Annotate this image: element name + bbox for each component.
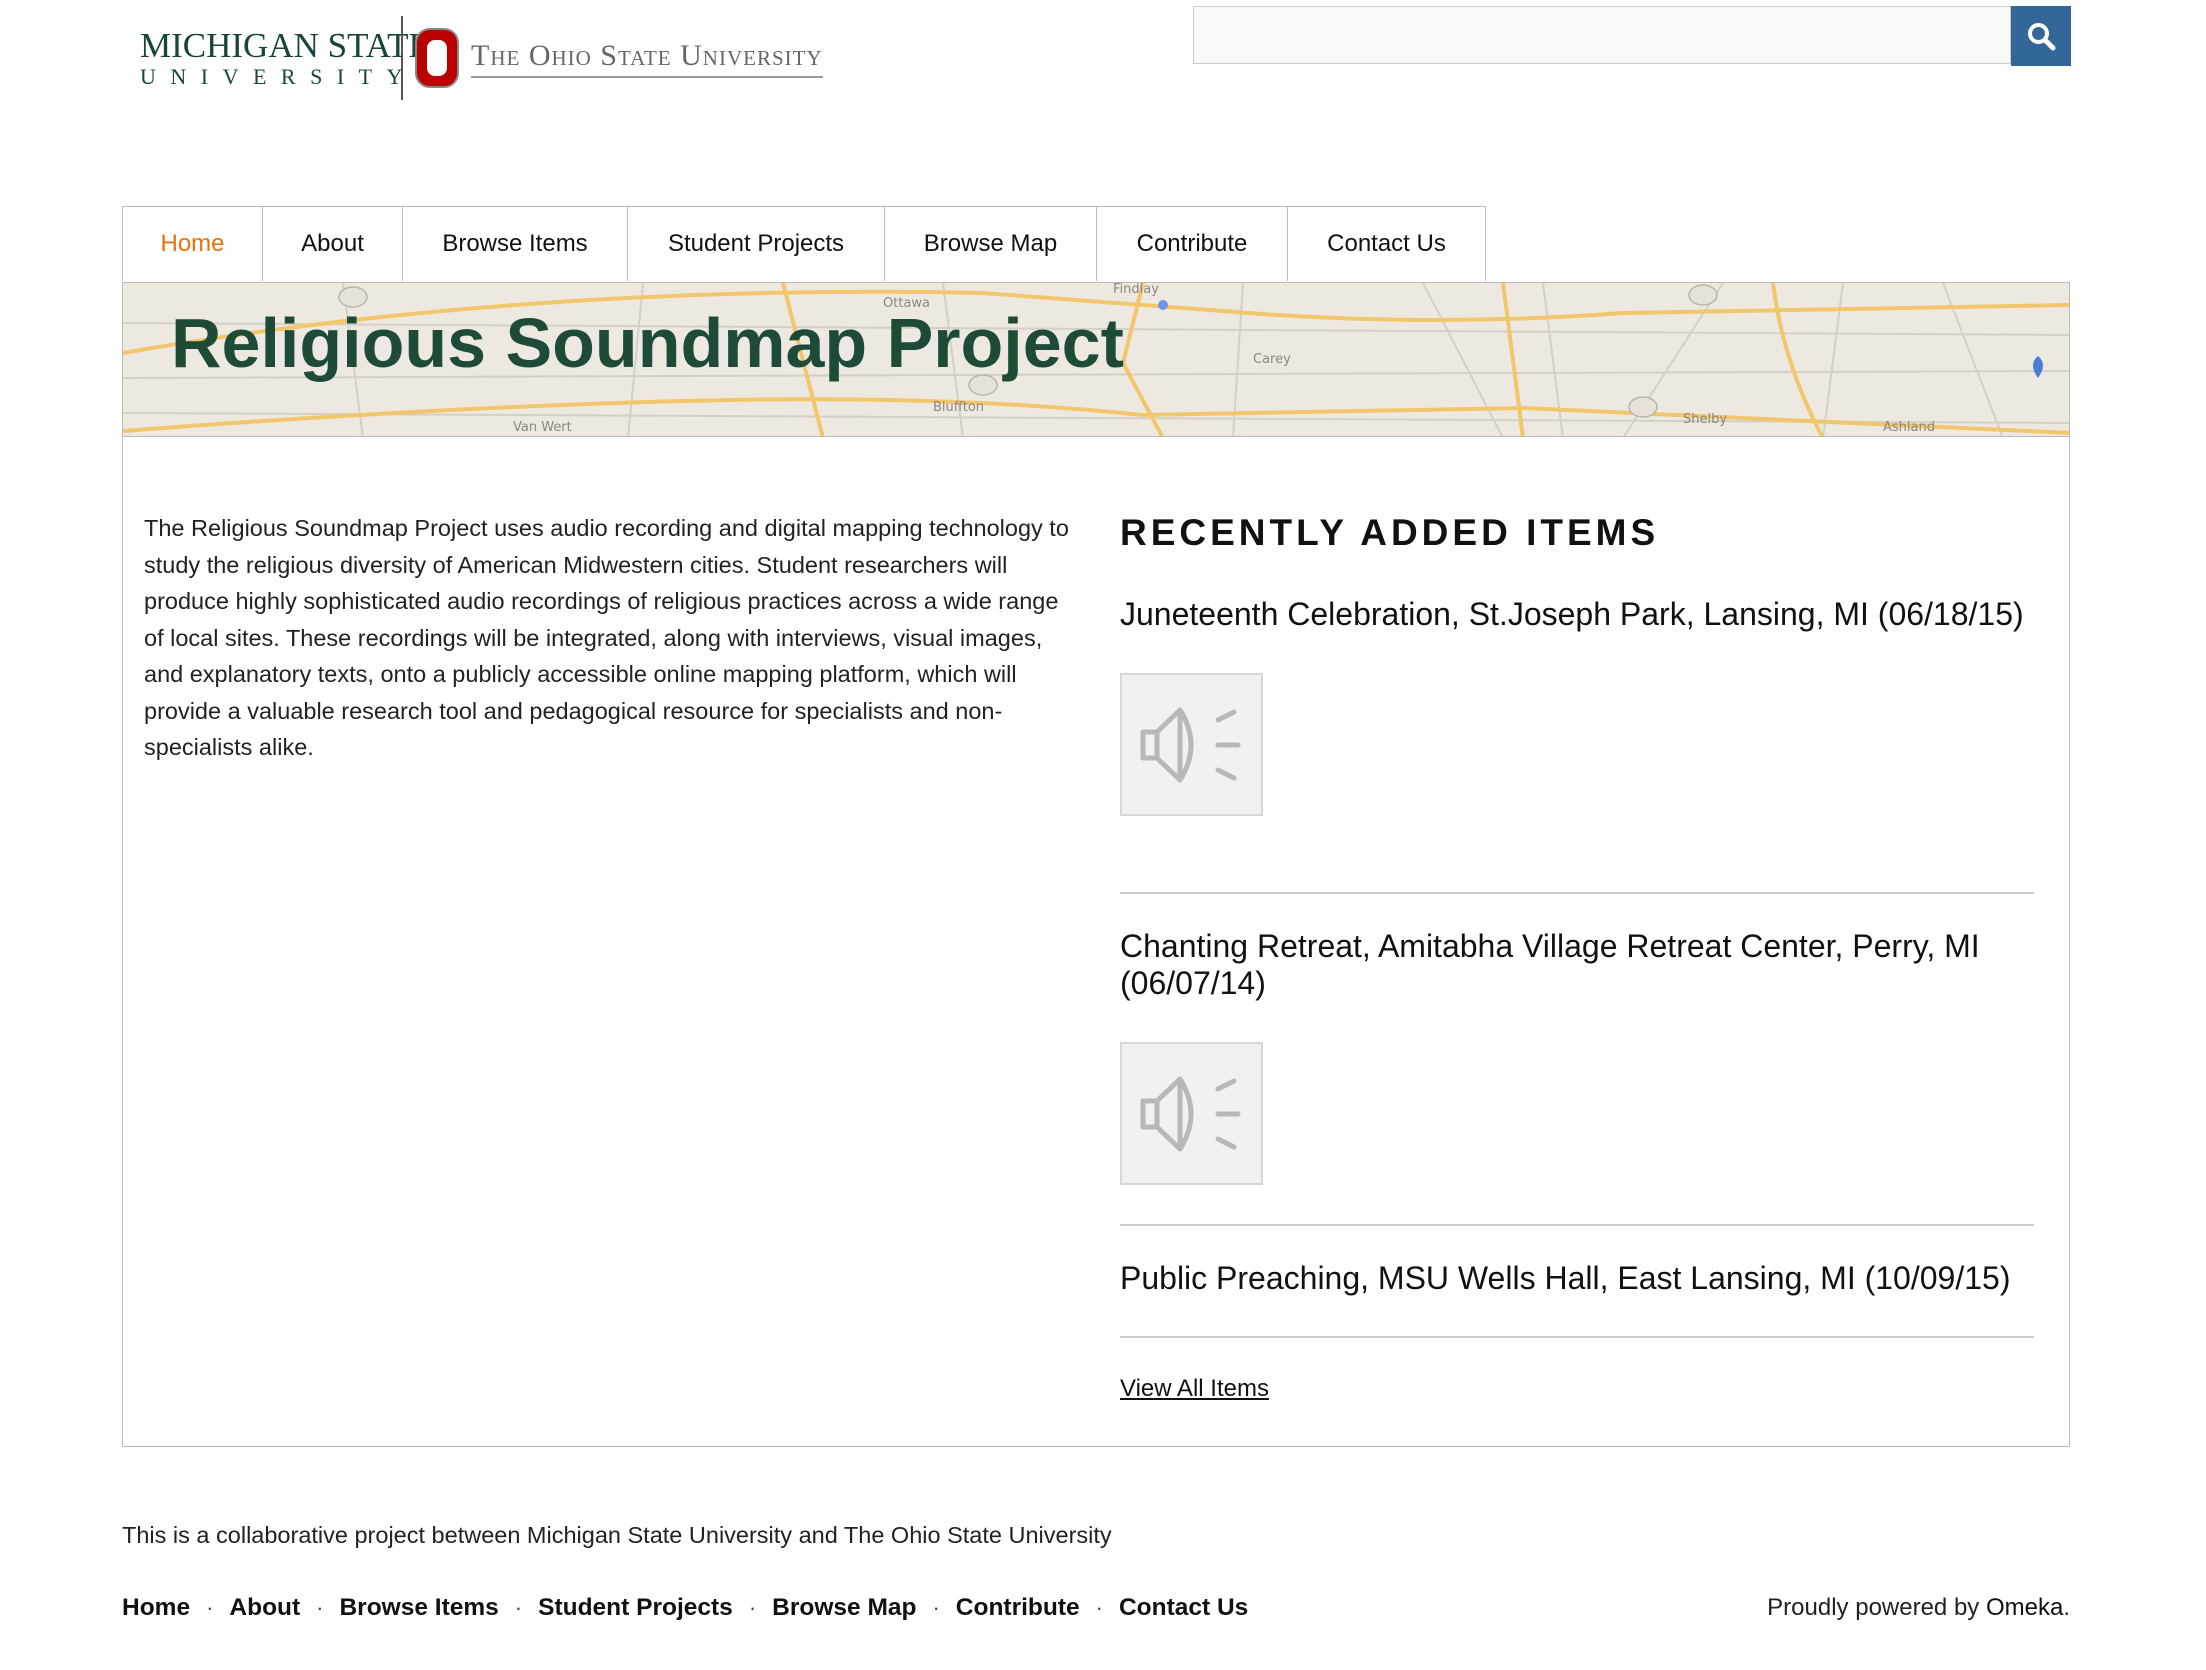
site-banner[interactable]: Ottawa Van Wert Bluffton Carey Shelby As… [122, 282, 2070, 437]
search-button[interactable] [2011, 6, 2071, 66]
footer-separator: · [206, 1595, 214, 1620]
footer-link-browse-items[interactable]: Browse Items [339, 1594, 498, 1622]
recent-item-title[interactable]: Public Preaching, MSU Wells Hall, East L… [1120, 1260, 2034, 1297]
view-all-items-link[interactable]: View All Items [1120, 1375, 1269, 1403]
nav-item-contact-us[interactable]: Contact Us [1287, 206, 1486, 281]
map-label-carey: Carey [1253, 352, 1291, 367]
logo-group[interactable]: MICHIGAN STATE UNIVERSITY The Ohio State… [140, 14, 823, 102]
search-form [1193, 6, 2071, 66]
osu-logo: The Ohio State University [415, 28, 823, 88]
footer-separator: · [1095, 1595, 1103, 1620]
msu-logo-line2: UNIVERSITY [140, 64, 417, 89]
powered-by-prefix: Proudly powered by [1767, 1594, 1986, 1621]
footer-nav: Home · About · Browse Items · Student Pr… [122, 1594, 1248, 1622]
intro-text: The Religious Soundmap Project uses audi… [144, 515, 1069, 760]
map-label-shelby: Shelby [1683, 412, 1727, 427]
msu-logo: MICHIGAN STATE UNIVERSITY [140, 26, 430, 89]
map-label-ashland: Ashland [1883, 420, 1935, 435]
nav-item-home[interactable]: Home [122, 206, 263, 281]
recent-item: Public Preaching, MSU Wells Hall, East L… [1120, 1260, 2034, 1338]
main-content: The Religious Soundmap Project uses audi… [122, 436, 2070, 1447]
map-label-findlay: Findlay [1113, 283, 1159, 297]
nav-item-browse-items[interactable]: Browse Items [402, 206, 628, 281]
omeka-link[interactable]: Omeka [1986, 1594, 2063, 1621]
search-input[interactable] [1193, 6, 2011, 64]
recent-item: Juneteenth Celebration, St.Joseph Park, … [1120, 596, 2034, 894]
footer-separator: · [514, 1595, 523, 1620]
osu-logo-name: The Ohio State University [471, 38, 823, 78]
osu-block-o-icon [415, 28, 459, 88]
search-icon [2028, 23, 2056, 51]
recent-item-thumbnail[interactable] [1120, 673, 1263, 816]
recent-item-title[interactable]: Juneteenth Celebration, St.Joseph Park, … [1120, 596, 2034, 633]
nav-item-about[interactable]: About [262, 206, 403, 281]
nav-item-student-projects[interactable]: Student Projects [627, 206, 885, 281]
recent-items-heading: RECENTLY ADDED ITEMS [1120, 512, 1660, 553]
site-title[interactable]: Religious Soundmap Project [171, 303, 1124, 383]
recent-items: RECENTLY ADDED ITEMS Juneteenth Celebrat… [1120, 504, 2034, 1403]
footer-link-student-projects[interactable]: Student Projects [538, 1594, 733, 1622]
footer-link-contact-us[interactable]: Contact Us [1119, 1594, 1248, 1622]
main-nav: Home About Browse Items Student Projects… [122, 206, 1486, 283]
powered-by-suffix: . [2063, 1594, 2070, 1621]
audio-speaker-icon [1140, 707, 1240, 782]
logo-divider [401, 16, 403, 100]
map-label-bluffton: Bluffton [933, 400, 984, 415]
audio-speaker-icon [1140, 1076, 1240, 1151]
footer-separator: · [748, 1595, 757, 1620]
recent-item: Chanting Retreat, Amitabha Village Retre… [1120, 928, 2034, 1226]
footer-link-about[interactable]: About [229, 1594, 300, 1622]
footer-link-home[interactable]: Home [122, 1594, 190, 1622]
recent-item-title[interactable]: Chanting Retreat, Amitabha Village Retre… [1120, 928, 2034, 1002]
footer-link-browse-map[interactable]: Browse Map [772, 1594, 916, 1622]
recent-item-thumbnail[interactable] [1120, 1042, 1263, 1185]
footer-separator: · [932, 1595, 940, 1620]
nav-item-browse-map[interactable]: Browse Map [884, 206, 1097, 281]
powered-by: Proudly powered by Omeka. [1767, 1594, 2070, 1622]
msu-logo-line1: MICHIGAN STATE [140, 26, 430, 65]
footer-link-contribute[interactable]: Contribute [956, 1594, 1080, 1622]
map-label-van-wert: Van Wert [513, 420, 572, 435]
footer-separator: · [316, 1595, 324, 1620]
nav-item-contribute[interactable]: Contribute [1096, 206, 1288, 281]
footer-text: This is a collaborative project between … [122, 1522, 1112, 1548]
